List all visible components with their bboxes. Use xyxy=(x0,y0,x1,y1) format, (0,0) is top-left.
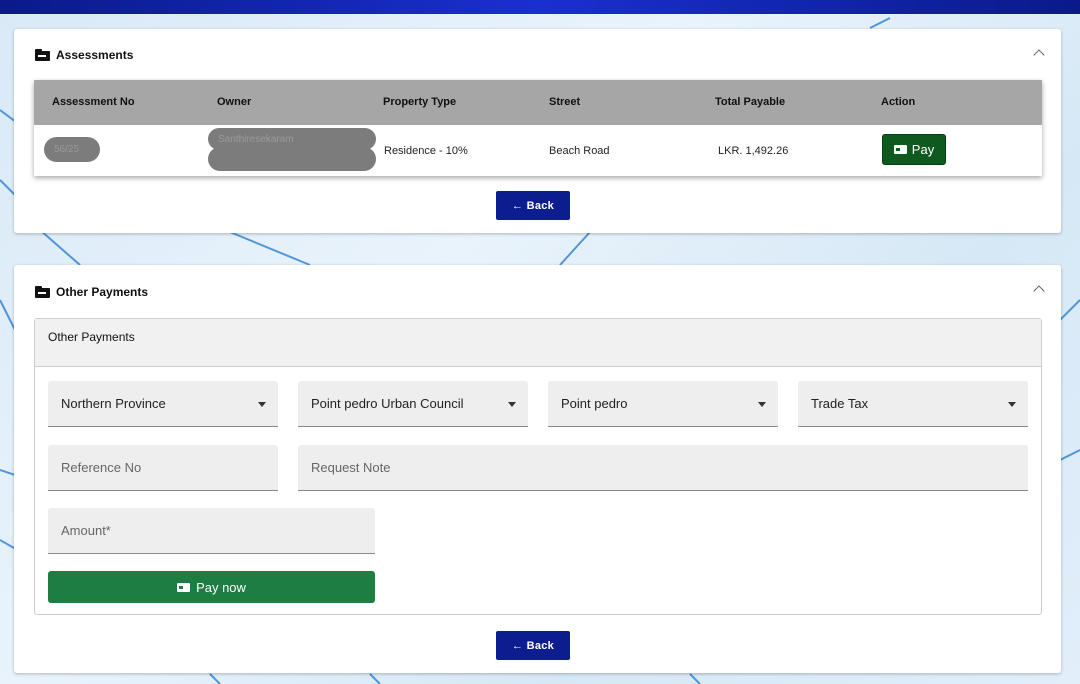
panel-title: Other Payments xyxy=(48,330,135,344)
credit-card-icon xyxy=(177,582,191,592)
column-header-street: Street xyxy=(549,96,581,108)
owner-cell-redacted-secondary xyxy=(208,147,376,171)
assessments-table: Assessment No Owner Property Type Street… xyxy=(34,80,1042,176)
credit-card-icon xyxy=(893,145,907,154)
province-select[interactable]: Northern Province xyxy=(48,381,278,427)
caret-down-icon xyxy=(508,402,516,407)
caret-down-icon xyxy=(258,402,266,407)
assessment-no-cell: 56/25 xyxy=(44,137,100,162)
collapse-chevron-icon[interactable] xyxy=(1033,49,1045,61)
other-payments-card: Other Payments Other Payments Northern P… xyxy=(14,265,1061,673)
column-header-owner: Owner xyxy=(217,96,252,108)
other-payments-panel: Other Payments Northern Province Point p… xyxy=(34,318,1042,615)
request-note-input[interactable]: Request Note xyxy=(298,445,1028,491)
assessments-back-button[interactable]: ← Back xyxy=(496,191,570,220)
caret-down-icon xyxy=(1008,402,1016,407)
reference-no-input[interactable]: Reference No xyxy=(48,445,278,491)
total-payable-cell: LKR. 1,492.26 xyxy=(718,145,789,157)
pay-button[interactable]: Pay xyxy=(882,134,946,165)
tax-type-select[interactable]: Trade Tax xyxy=(798,381,1028,427)
property-type-cell: Residence - 10% xyxy=(384,145,468,157)
assessments-card: Assessments Assessment No Owner Property… xyxy=(14,29,1061,233)
column-header-total-payable: Total Payable xyxy=(715,96,786,108)
folder-icon xyxy=(35,49,50,61)
folder-icon xyxy=(35,286,50,298)
caret-down-icon xyxy=(758,402,766,407)
assessments-title: Assessments xyxy=(56,48,134,62)
other-payments-back-button[interactable]: ← Back xyxy=(496,631,570,660)
top-bar xyxy=(0,0,1080,14)
collapse-chevron-icon[interactable] xyxy=(1033,285,1045,297)
pay-now-button[interactable]: Pay now xyxy=(48,571,375,603)
assessments-header: Assessments xyxy=(35,48,133,62)
council-select[interactable]: Point pedro Urban Council xyxy=(298,381,528,427)
area-select[interactable]: Point pedro xyxy=(548,381,778,427)
column-header-property-type: Property Type xyxy=(383,96,457,108)
column-header-assessment-no: Assessment No xyxy=(52,96,135,108)
street-cell: Beach Road xyxy=(549,145,610,157)
other-payments-title: Other Payments xyxy=(56,285,149,299)
other-payments-header: Other Payments xyxy=(35,285,148,299)
panel-header: Other Payments xyxy=(35,319,1041,367)
amount-input[interactable]: Amount* xyxy=(48,508,375,554)
column-header-action: Action xyxy=(881,96,916,108)
